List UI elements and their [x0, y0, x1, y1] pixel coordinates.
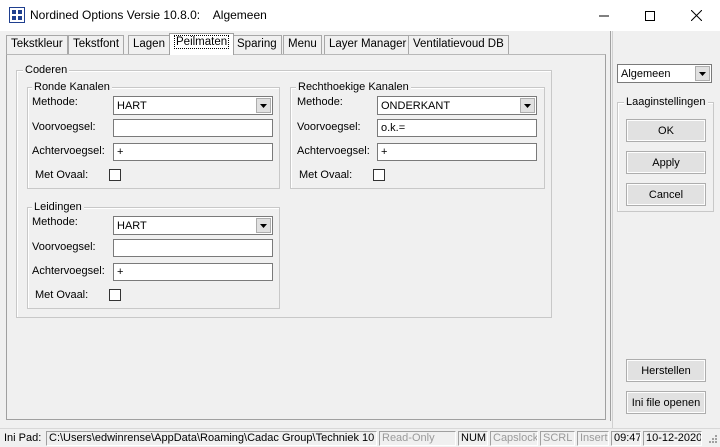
rechthoekig-voorvoegsel-input[interactable]: o.k.= — [377, 119, 537, 137]
app-icon[interactable] — [9, 7, 25, 23]
rechthoekig-methode-label: Methode: — [297, 96, 343, 108]
num-indicator: NUM — [458, 431, 488, 446]
chevron-down-icon — [520, 98, 535, 113]
chevron-down-icon — [695, 66, 710, 81]
minimize-button[interactable] — [581, 0, 627, 31]
insert-indicator: Insert — [577, 431, 609, 446]
chevron-down-icon — [256, 98, 271, 113]
tab-tekstfont[interactable]: Tekstfont — [68, 35, 125, 54]
window-title: Nordined Options Versie 10.8.0: Algemeen — [30, 8, 267, 22]
ronde-voorvoegsel-input[interactable] — [113, 119, 273, 137]
tab-lagen[interactable]: Lagen — [128, 35, 170, 54]
chevron-down-icon — [256, 218, 271, 233]
ronde-ovaal-checkbox[interactable] — [109, 169, 121, 181]
ini-pad-label: Ini Pad: — [4, 432, 42, 444]
ini-path-field[interactable]: C:\Users\edwinrense\AppData\Roaming\Cada… — [46, 431, 377, 446]
laaginstellingen-label: Laaginstellingen — [624, 96, 708, 108]
minimize-icon — [599, 15, 609, 16]
rechthoekig-voorvoegsel-label: Voorvoegsel: — [297, 121, 361, 133]
leidingen-achtervoegsel-input[interactable]: + — [113, 263, 273, 281]
leidingen-methode-value: HART — [117, 220, 147, 232]
rechthoekig-ovaal-label: Met Ovaal: — [299, 169, 353, 181]
leidingen-ovaal-label: Met Ovaal: — [35, 289, 89, 301]
maximize-button[interactable] — [627, 0, 673, 31]
readonly-indicator: Read-Only — [379, 431, 456, 446]
rechthoekig-achtervoegsel-label: Achtervoegsel: — [297, 145, 370, 157]
tab-tekstkleur[interactable]: Tekstkleur — [6, 35, 68, 54]
tab-sparing[interactable]: Sparing — [232, 35, 282, 54]
ronde-kanalen-label: Ronde Kanalen — [32, 81, 112, 93]
tab-menu[interactable]: Menu — [283, 35, 322, 54]
leidingen-methode-label: Methode: — [32, 216, 78, 228]
ronde-achtervoegsel-input[interactable]: + — [113, 143, 273, 161]
apply-button[interactable]: Apply — [626, 151, 706, 174]
ok-button[interactable]: OK — [626, 119, 706, 142]
ini-file-openen-button[interactable]: Ini file openen — [626, 391, 706, 414]
close-icon — [690, 10, 702, 21]
leidingen-ovaal-checkbox[interactable] — [109, 289, 121, 301]
ronde-methode-label: Methode: — [32, 96, 78, 108]
profile-select[interactable]: Algemeen — [617, 64, 712, 83]
maximize-icon — [645, 10, 655, 21]
herstellen-button[interactable]: Herstellen — [626, 359, 706, 382]
leidingen-methode-select[interactable]: HART — [113, 216, 273, 235]
scrl-indicator: SCRL — [540, 431, 575, 446]
ronde-methode-select[interactable]: HART — [113, 96, 273, 115]
leidingen-voorvoegsel-input[interactable] — [113, 239, 273, 257]
leidingen-voorvoegsel-label: Voorvoegsel: — [32, 241, 96, 253]
tab-ventilatievoud-db[interactable]: Ventilatievoud DB — [408, 35, 509, 54]
leidingen-achtervoegsel-label: Achtervoegsel: — [32, 265, 105, 277]
rechthoekig-methode-value: ONDERKANT — [381, 100, 451, 112]
coderen-group-label: Coderen — [23, 64, 70, 76]
tab-layer-manager[interactable]: Layer Manager — [324, 35, 412, 54]
capslock-indicator: Capslock — [490, 431, 538, 446]
date-indicator: 10-12-2020 — [643, 431, 702, 446]
close-button[interactable] — [673, 0, 719, 31]
ronde-achtervoegsel-label: Achtervoegsel: — [32, 145, 105, 157]
cancel-button[interactable]: Cancel — [626, 183, 706, 206]
rechthoekige-kanalen-label: Rechthoekige Kanalen — [296, 81, 411, 93]
rechthoekig-ovaal-checkbox[interactable] — [373, 169, 385, 181]
ronde-ovaal-label: Met Ovaal: — [35, 169, 89, 181]
time-indicator: 09:47 — [611, 431, 641, 446]
tab-peilmaten[interactable]: Peilmaten — [169, 33, 235, 55]
rechthoekig-methode-select[interactable]: ONDERKANT — [377, 96, 537, 115]
rechthoekig-achtervoegsel-input[interactable]: + — [377, 143, 537, 161]
resize-grip-icon[interactable] — [704, 432, 718, 446]
ronde-voorvoegsel-label: Voorvoegsel: — [32, 121, 96, 133]
profile-select-value: Algemeen — [621, 68, 671, 80]
leidingen-label: Leidingen — [32, 201, 84, 213]
ronde-methode-value: HART — [117, 100, 147, 112]
